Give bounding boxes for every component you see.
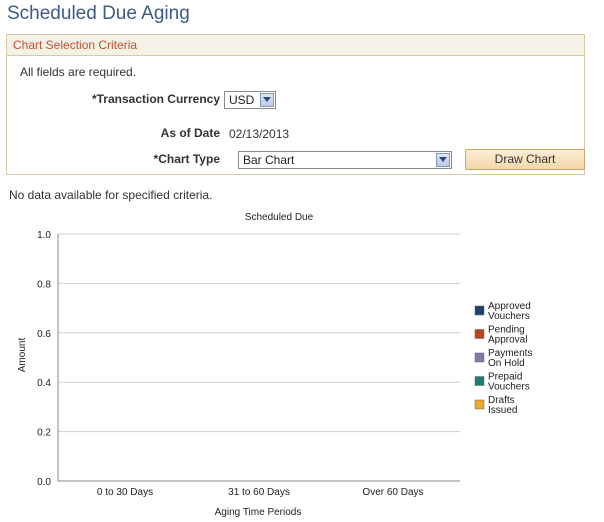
no-data-message: No data available for specified criteria… [9,188,213,202]
scheduled-due-chart: Scheduled Due Amount Aging Time Periods … [17,212,532,518]
y-tick-label: 0.2 [37,428,51,439]
x-tick-label: Over 60 Days [362,487,423,498]
as-of-date-value: 02/13/2013 [229,127,290,141]
transaction-currency-select[interactable]: USD [224,91,276,109]
y-tick-label: 0.8 [37,279,51,290]
y-tick-label: 1.0 [37,230,51,241]
page-title: Scheduled Due Aging [7,3,190,24]
as-of-date-label: As of Date [160,126,220,140]
y-tick-label: 0.0 [37,477,51,488]
x-tick-label: 31 to 60 Days [228,487,290,498]
required-note: All fields are required. [20,65,137,79]
legend-label: On Hold [488,358,525,369]
chevron-down-icon[interactable] [260,93,274,107]
transaction-currency-label: *Transaction Currency [91,92,220,106]
legend-label: Approval [488,335,527,346]
x-tick-label: 0 to 30 Days [97,487,153,498]
draw-chart-button[interactable]: Draw Chart [465,149,585,170]
legend-label: Vouchers [488,382,530,393]
legend-swatch [474,305,485,316]
x-axis-label: Aging Time Periods [215,507,302,518]
legend-swatch [474,376,485,386]
transaction-currency-value: USD [229,93,255,107]
y-tick-label: 0.6 [37,329,51,340]
y-axis-label: Amount [17,338,28,373]
legend-label: Vouchers [488,311,530,322]
legend-swatch [474,329,485,339]
chart-type-label: *Chart Type [153,152,220,166]
panel-header[interactable]: Chart Selection Criteria [7,35,584,56]
legend-label: Issued [488,405,517,416]
chart-selection-criteria-panel: Chart Selection Criteria All fields are … [6,34,585,175]
legend-swatch [474,399,485,410]
chart-type-select[interactable]: Bar Chart [238,151,452,169]
chart-title: Scheduled Due [245,212,314,223]
legend-swatch [474,352,485,363]
chevron-down-icon[interactable] [436,153,450,167]
y-tick-label: 0.4 [37,378,51,389]
chart-type-value: Bar Chart [243,153,295,167]
